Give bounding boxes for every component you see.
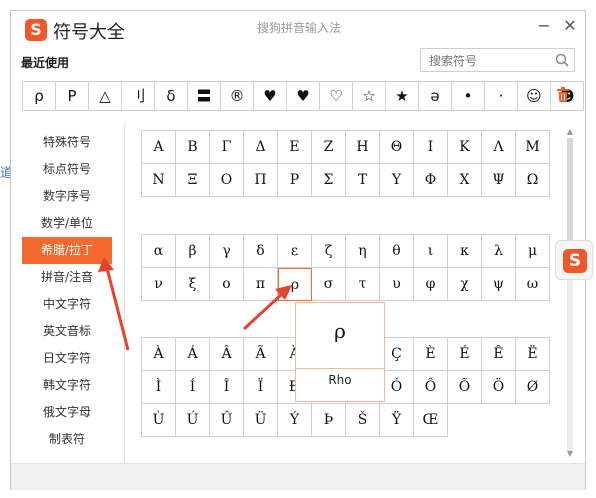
arrow-to-rho [242,291,285,331]
arrow-head-category [98,257,114,272]
arrow-to-category [105,267,130,351]
annotation-arrows [98,257,292,351]
